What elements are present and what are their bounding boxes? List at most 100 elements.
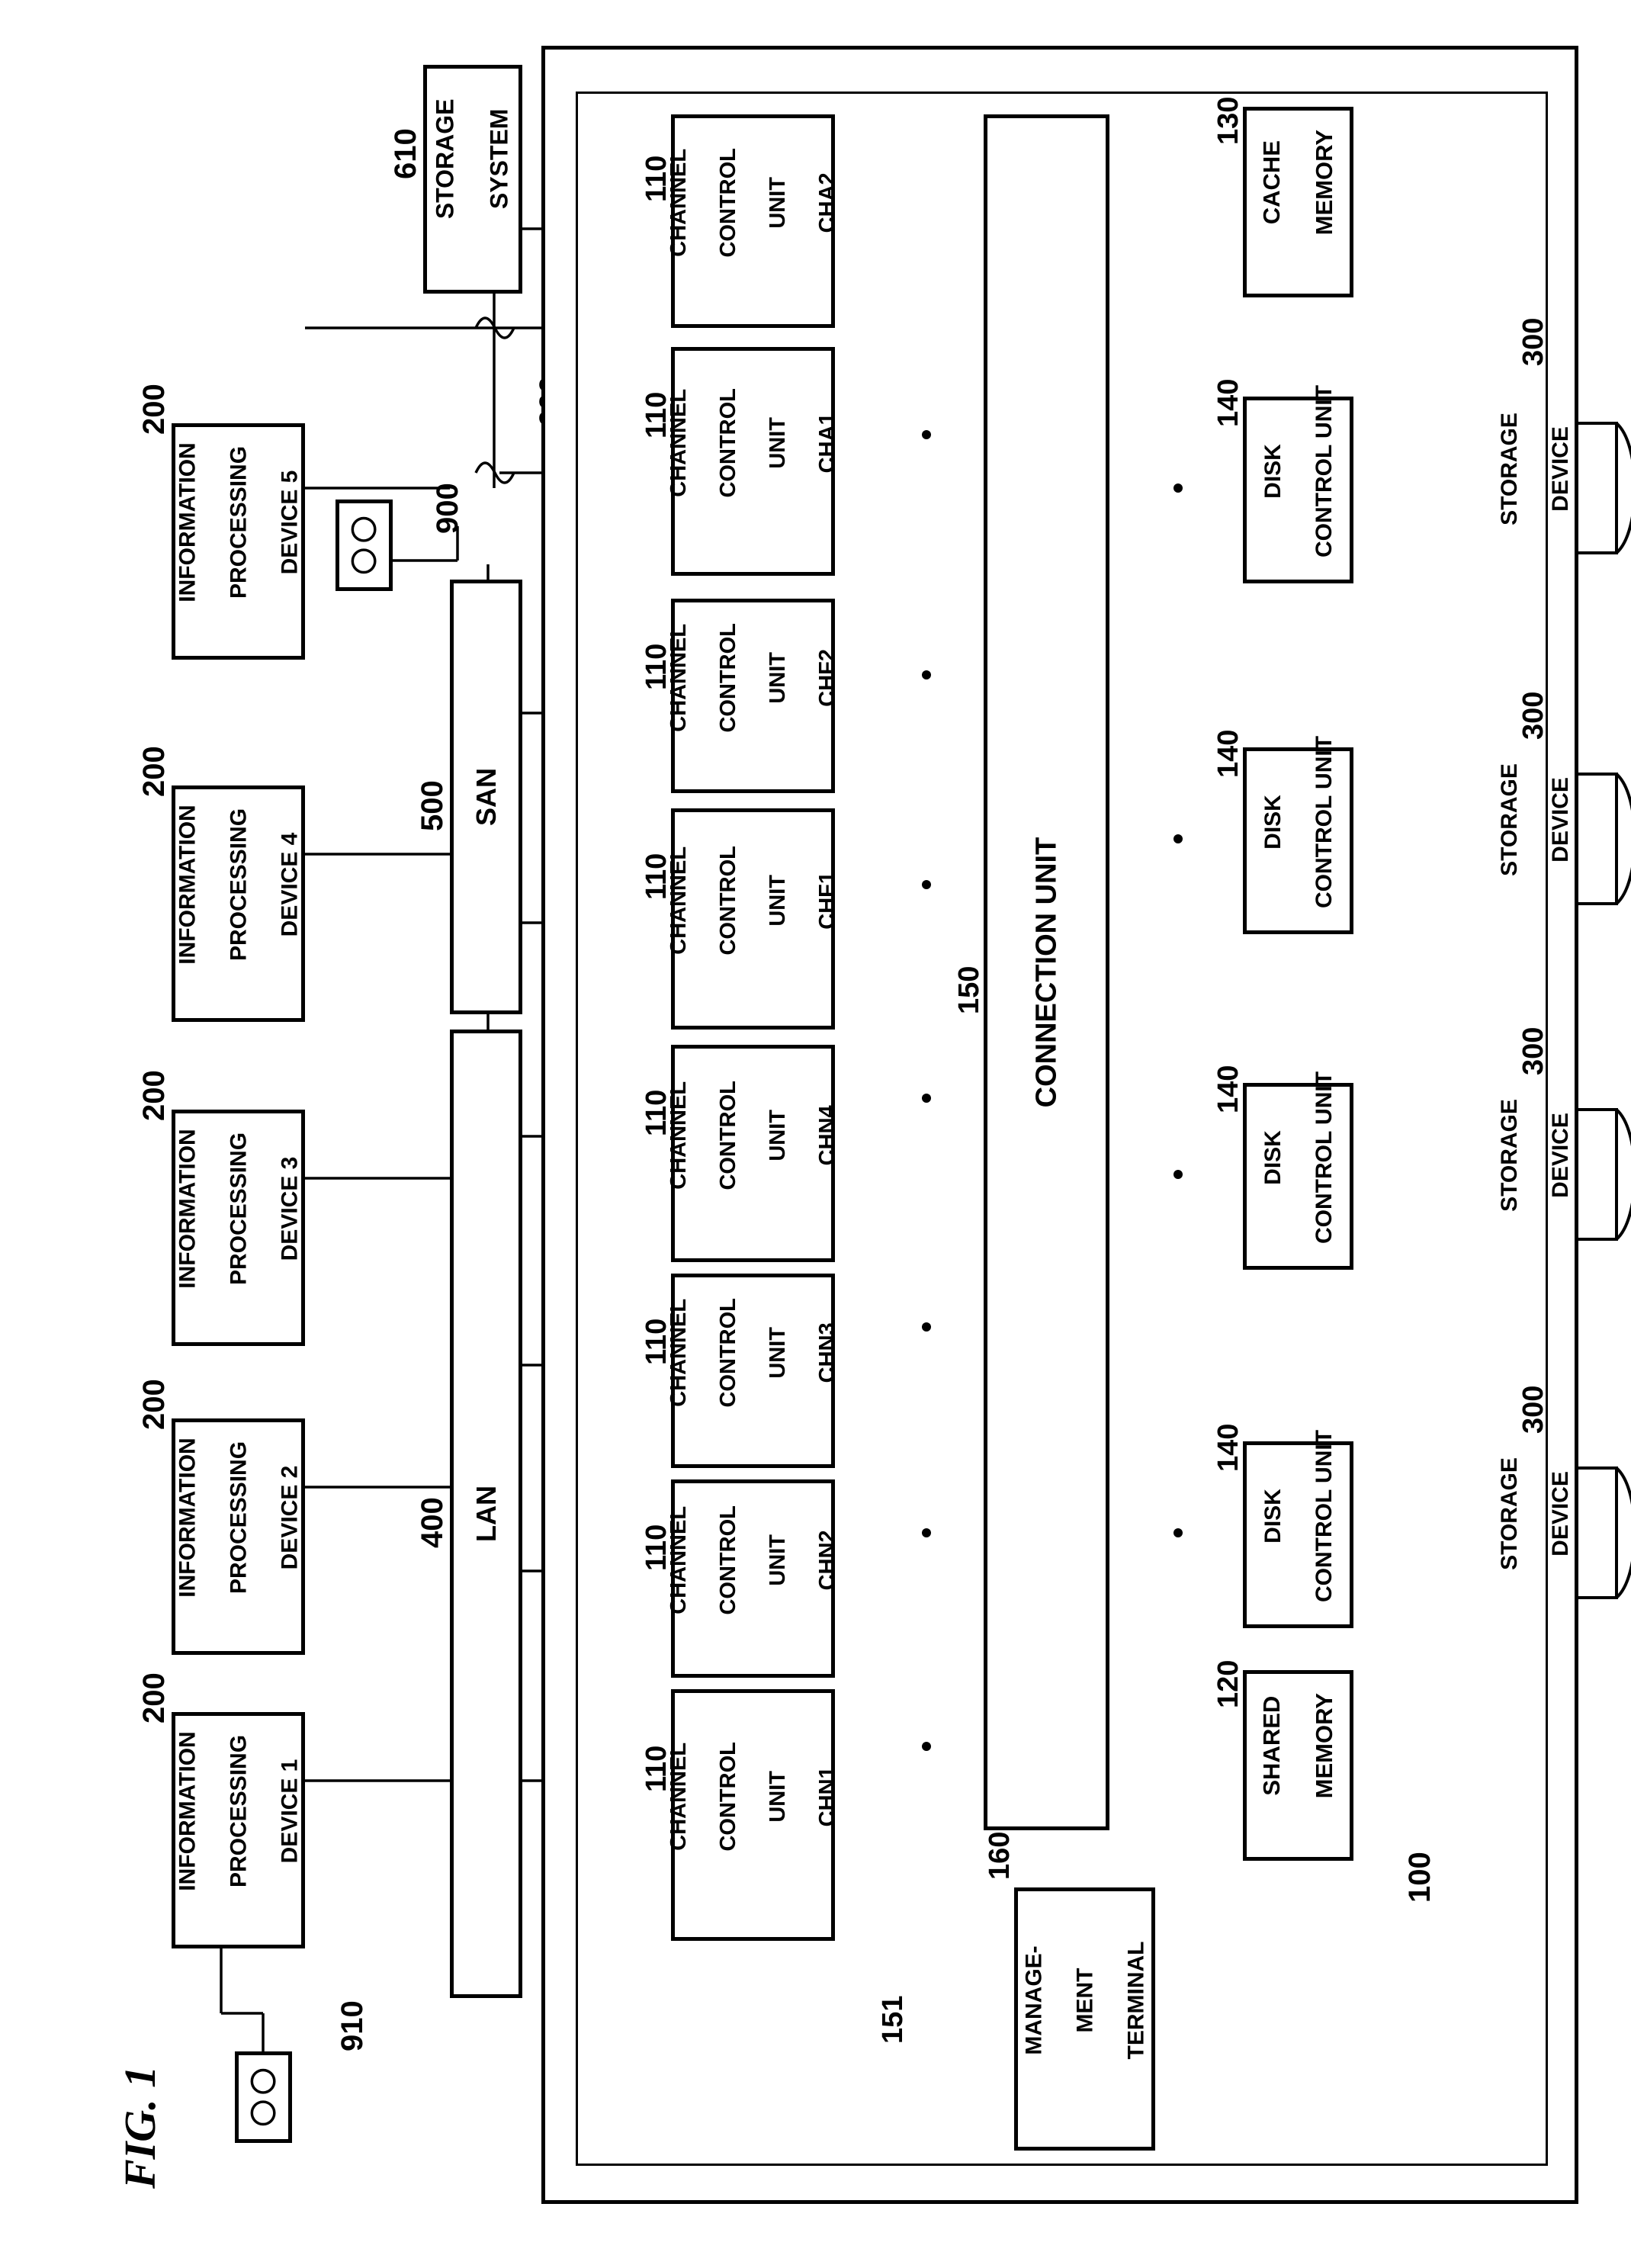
dku4-l1: DISK	[1260, 443, 1286, 499]
cache-memory-l2: MEMORY	[1310, 129, 1337, 236]
ccu-chf1-l2: CONTROL	[715, 846, 740, 956]
ext-storage-l1: STORAGE	[431, 98, 459, 220]
storage-device-2[interactable]: STORAGE DEVICE	[1453, 1099, 1617, 1239]
sd2-l2: DEVICE	[1547, 1113, 1573, 1198]
shared-memory[interactable]: SHARED MEMORY	[1243, 1670, 1353, 1861]
info-device-1[interactable]: INFORMATION PROCESSING DEVICE 1	[172, 1712, 305, 1948]
lan-label: LAN	[470, 1486, 502, 1542]
bus-junction-dot	[922, 670, 931, 679]
dku2-l2: CONTROL UNIT	[1311, 1071, 1337, 1244]
ref-150-connection-unit: 150	[953, 965, 985, 1014]
ref-400-lan: 400	[416, 1497, 449, 1548]
ref-200-device1: 200	[137, 1672, 171, 1723]
lan-bus[interactable]: LAN	[450, 1030, 522, 1998]
storage-device-4[interactable]: STORAGE DEVICE	[1453, 413, 1617, 553]
info-device-5-l3: DEVICE 5	[276, 470, 302, 575]
external-storage-system[interactable]: STORAGE SYSTEM	[423, 65, 522, 294]
ccu-chn4-l4: CHN4	[814, 1104, 840, 1165]
ccu-chf2-l2: CONTROL	[715, 622, 740, 733]
sd4-l1: STORAGE	[1496, 413, 1522, 525]
ref-120-shared-memory: 120	[1212, 1659, 1244, 1708]
channel-control-unit-chn2[interactable]: CHANNEL CONTROL UNIT CHN2	[666, 1479, 840, 1678]
ref-110-cha2: 110	[641, 155, 673, 202]
info-device-1-l3: DEVICE 1	[276, 1759, 302, 1864]
bridge-900[interactable]	[336, 500, 393, 591]
ref-110-chf2: 110	[641, 643, 673, 690]
sd3-l1: STORAGE	[1496, 763, 1522, 876]
cache-memory[interactable]: CACHE MEMORY	[1243, 107, 1353, 297]
ref-110-chn2: 110	[641, 1524, 673, 1571]
ref-140-dku2: 140	[1212, 1065, 1244, 1113]
connection-unit[interactable]: CONNECTION UNIT	[984, 114, 1109, 1830]
san-bus[interactable]: SAN	[450, 580, 522, 1014]
info-device-3[interactable]: INFORMATION PROCESSING DEVICE 3	[172, 1110, 305, 1346]
ccu-chn4-l2: CONTROL	[715, 1080, 740, 1190]
ccu-cha2-l3: UNIT	[765, 177, 790, 229]
channel-control-unit-chn3[interactable]: CHANNEL CONTROL UNIT CHN3	[666, 1274, 840, 1468]
ref-110-chn4: 110	[641, 1089, 673, 1136]
sd2-l1: STORAGE	[1496, 1099, 1522, 1212]
ccu-cha1-l4: CHA1	[814, 413, 840, 474]
ref-200-device5: 200	[137, 384, 171, 435]
ccu-chf1-l3: UNIT	[765, 875, 790, 927]
info-device-1-l1: INFORMATION	[174, 1731, 200, 1891]
info-device-2[interactable]: INFORMATION PROCESSING DEVICE 2	[172, 1418, 305, 1655]
bridge-910-icon	[250, 2068, 276, 2126]
info-device-2-l1: INFORMATION	[174, 1438, 200, 1598]
dku2-l1: DISK	[1260, 1129, 1286, 1185]
disk-control-unit-3[interactable]: DISK CONTROL UNIT	[1243, 735, 1353, 934]
ccu-chn4-l3: UNIT	[765, 1109, 790, 1161]
ref-140-dku4: 140	[1212, 378, 1244, 427]
ref-110-chn1: 110	[641, 1745, 673, 1792]
disk-control-unit-2[interactable]: DISK CONTROL UNIT	[1243, 1071, 1353, 1270]
figure-caption: FIG. 1	[115, 2065, 165, 2189]
ref-610-ext-storage: 610	[389, 128, 422, 179]
ref-900-bridge: 900	[431, 483, 464, 534]
channel-control-unit-chn4[interactable]: CHANNEL CONTROL UNIT CHN4	[666, 1045, 840, 1262]
dku1-l2: CONTROL UNIT	[1311, 1429, 1337, 1602]
channel-control-unit-chf2[interactable]: CHANNEL CONTROL UNIT CHF2	[666, 599, 840, 793]
bus-junction-dot	[922, 1742, 931, 1751]
storage-device-3[interactable]: STORAGE DEVICE	[1453, 763, 1617, 904]
ref-200-device4: 200	[137, 746, 171, 797]
storage-device-1[interactable]: STORAGE DEVICE	[1453, 1457, 1617, 1598]
disk-control-unit-1[interactable]: DISK CONTROL UNIT	[1243, 1429, 1353, 1628]
info-device-5-l1: INFORMATION	[174, 442, 200, 602]
ccu-cha1-l2: CONTROL	[715, 388, 740, 498]
channel-control-unit-cha1[interactable]: CHANNEL CONTROL UNIT CHA1	[666, 347, 840, 576]
ccu-chn2-l3: UNIT	[765, 1534, 790, 1586]
ccu-cha2-l4: CHA2	[814, 172, 840, 233]
channel-control-unit-chf1[interactable]: CHANNEL CONTROL UNIT CHF1	[666, 808, 840, 1030]
info-device-5[interactable]: INFORMATION PROCESSING DEVICE 5	[172, 423, 305, 660]
ccu-chn1-l2: CONTROL	[715, 1742, 740, 1852]
san-label: SAN	[470, 767, 502, 827]
ccu-cha1-l3: UNIT	[765, 417, 790, 469]
ref-500-san: 500	[416, 780, 449, 831]
info-device-5-l2: PROCESSING	[225, 445, 251, 599]
sd4-l2: DEVICE	[1547, 426, 1573, 512]
ref-200-device3: 200	[137, 1070, 171, 1121]
sd1-l1: STORAGE	[1496, 1457, 1522, 1570]
disk-control-unit-4[interactable]: DISK CONTROL UNIT	[1243, 384, 1353, 583]
shared-memory-l1: SHARED	[1257, 1695, 1285, 1796]
channel-control-unit-chn1[interactable]: CHANNEL CONTROL UNIT CHN1	[666, 1689, 840, 1941]
bus-junction-dot	[1173, 1170, 1183, 1179]
patent-figure-page: FIG. 1 INFORMATION PROCESSING DEVICE 1 2…	[0, 0, 1631, 2268]
mgmt-terminal-l3: TERMINAL	[1122, 1941, 1148, 2059]
ref-100-storage-system: 100	[1403, 1852, 1437, 1903]
dku4-l2: CONTROL UNIT	[1311, 384, 1337, 557]
bus-junction-dot	[922, 1528, 931, 1537]
ccu-chn2-l2: CONTROL	[715, 1505, 740, 1615]
ref-110-chf1: 110	[641, 853, 673, 900]
management-terminal[interactable]: MANAGE- MENT TERMINAL	[1014, 1887, 1155, 2151]
ccu-chn3-l4: CHN3	[814, 1322, 840, 1383]
bridge-910[interactable]	[235, 2051, 292, 2143]
bus-junction-dot	[1173, 834, 1183, 843]
channel-control-unit-cha2[interactable]: CHANNEL CONTROL UNIT CHA2	[666, 114, 840, 328]
ref-910-bridge: 910	[336, 2000, 369, 2051]
ccu-chn3-l3: UNIT	[765, 1326, 790, 1379]
info-device-4[interactable]: INFORMATION PROCESSING DEVICE 4	[172, 785, 305, 1022]
info-device-3-l1: INFORMATION	[174, 1129, 200, 1289]
bus-junction-dot	[922, 430, 931, 439]
ccu-chn3-l2: CONTROL	[715, 1297, 740, 1408]
